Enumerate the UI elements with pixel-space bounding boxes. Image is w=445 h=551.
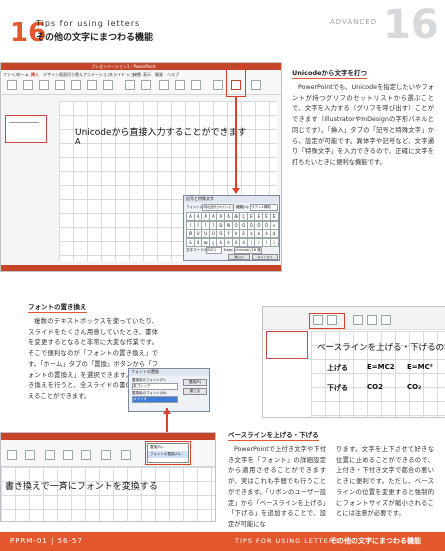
- slide-canvas[interactable]: 書き換えで一斉にフォントを変換する: [1, 467, 215, 521]
- paste-icon[interactable]: [7, 450, 17, 460]
- slide-text: Unicodeから直接入力することができます: [75, 128, 247, 138]
- footer-section-en: TIPS FOR USING LETTERS: [235, 537, 340, 545]
- chart-icon[interactable]: [103, 80, 113, 90]
- section-unicode-title: Unicodeから文字を打つ: [292, 69, 368, 79]
- replace-select[interactable]: 游ゴシック: [132, 383, 178, 390]
- section-unicode-body: PowerPointでも、Unicodeを指定したいやフォントが持つグリフのセッ…: [292, 84, 434, 166]
- baseline-callout-box: [309, 313, 345, 329]
- from-select[interactable]: Unicode (16 進): [234, 247, 262, 254]
- with-select[interactable]: メイリオ: [132, 396, 178, 403]
- font-replace-dialog: フォントの置換 置換前のフォント(P): 游ゴシック 置換後のフォント(W): …: [128, 368, 210, 412]
- tab-home[interactable]: ホーム: [17, 72, 29, 78]
- screenshot-insert-symbol: プレゼンテーション1 - PowerPoint ファイル ホーム 挿入 デザイン…: [0, 62, 282, 272]
- chapter-title-en: Tips for using letters: [36, 19, 141, 28]
- menu-callout-box: [145, 441, 191, 465]
- subset-label: 種類(U):: [236, 205, 250, 209]
- cancel-button[interactable]: キャンセル: [252, 254, 278, 260]
- section-replace-title: フォントの置き換え: [28, 303, 87, 313]
- section-baseline-body-right: ります。文字を上下させて好きな位置に止めることができるので、上付き・下付き文字で…: [336, 446, 434, 518]
- table-icon[interactable]: [23, 80, 33, 90]
- tab-design[interactable]: デザイン: [43, 72, 59, 78]
- comment-icon[interactable]: [141, 80, 151, 90]
- drawing-icon[interactable]: [81, 450, 91, 460]
- font-size-icon[interactable]: [353, 315, 363, 325]
- screenshot-baseline: ベースラインを上げる・下げるの機能 上げる E=MC2 E=MC² 下げる CO…: [262, 306, 445, 418]
- row1-after: E=MC²: [407, 363, 433, 371]
- dialog-title: フォントの置換: [129, 369, 209, 376]
- link-icon[interactable]: [125, 80, 135, 90]
- character-cell[interactable]: ï: [269, 237, 279, 247]
- tab-animations[interactable]: アニメーション: [83, 72, 111, 78]
- smartart-icon[interactable]: [87, 80, 97, 90]
- section-baseline-title: ベースラインを上げる・下げる: [228, 431, 319, 441]
- wordart-icon[interactable]: [191, 80, 201, 90]
- row2-label: 下げる: [327, 384, 348, 392]
- tab-view[interactable]: 表示: [143, 72, 151, 78]
- row2-after: CO₂: [407, 383, 422, 391]
- callout-line: [235, 96, 237, 190]
- slide-text: 書き換えで一斉にフォントを変換する: [5, 482, 158, 492]
- equation-icon[interactable]: [213, 80, 223, 90]
- ribbon: [263, 307, 445, 330]
- slide-thumbnail[interactable]: [266, 331, 308, 359]
- italic-icon[interactable]: [381, 315, 391, 325]
- symbol-callout-box: [226, 69, 246, 97]
- new-slide-icon[interactable]: [25, 450, 35, 460]
- advanced-number: 16: [383, 2, 439, 48]
- insert-button[interactable]: 挿入(I): [228, 254, 250, 260]
- row1-before: E=MC2: [367, 363, 395, 371]
- status-bar: [1, 265, 281, 271]
- image-icon[interactable]: [39, 80, 49, 90]
- slide-text: ベースラインを上げる・下げるの機能: [317, 343, 445, 353]
- section-unicode: Unicodeから文字を打つ PowerPointでも、Unicodeを指定した…: [292, 60, 434, 169]
- tab-insert[interactable]: 挿入: [31, 72, 39, 78]
- thumb-text-line: [9, 122, 39, 123]
- callout-arrow-2: [163, 408, 171, 414]
- textbox-icon[interactable]: [159, 80, 169, 90]
- section-baseline: ベースラインを上げる・下げる PowerPointで上付き文字や下付き文字を「フ…: [228, 422, 438, 537]
- paragraph-icon[interactable]: [63, 450, 73, 460]
- arrange-icon[interactable]: [101, 450, 111, 460]
- tab-review[interactable]: 校閲: [133, 72, 141, 78]
- slide-thumbnail[interactable]: [5, 115, 47, 143]
- row1-label: 上げる: [327, 364, 348, 372]
- tab-developer[interactable]: 開発: [155, 72, 163, 78]
- icons-icon[interactable]: [71, 80, 81, 90]
- screenshot-font-replace: 置換(R)... フォントの置換(O)... 書き換えで一斉にフォントを変換する: [0, 432, 216, 522]
- new-slide-icon[interactable]: [7, 80, 17, 90]
- code-input[interactable]: 00C1: [206, 247, 222, 254]
- symbol-dialog: 記号と特殊文字 フォント(F): (現在選択されているフォント) 種類(U): …: [183, 195, 280, 261]
- page-label: PPRM-01 | 56-57: [10, 537, 83, 545]
- slide-canvas[interactable]: ベースラインを上げる・下げるの機能 上げる E=MC2 E=MC² 下げる CO…: [311, 331, 445, 417]
- advanced-label: ADVANCED: [330, 18, 378, 26]
- title-bar: [1, 433, 215, 440]
- close-button[interactable]: 閉じる: [183, 388, 207, 395]
- replace-button[interactable]: 置換(R): [183, 379, 207, 386]
- row2-before: CO2: [367, 383, 383, 391]
- chapter-title-jp: その他の文字にまつわる機能: [36, 33, 154, 43]
- from-label: from:: [224, 248, 234, 252]
- cursor-char: A: [75, 137, 81, 146]
- tab-transitions[interactable]: 画面切り替え: [59, 72, 83, 78]
- font-select[interactable]: (現在選択されているフォント): [202, 204, 234, 211]
- font-icon[interactable]: [45, 450, 55, 460]
- callout-arrow: [232, 188, 240, 194]
- subset-select[interactable]: ラテン1補助: [250, 204, 278, 211]
- section-baseline-columns: PowerPointで上付き文字や下付き文字を「フォント」の詳細設定から適用させ…: [228, 445, 438, 537]
- find-icon[interactable]: [121, 450, 131, 460]
- media-icon[interactable]: [251, 80, 261, 90]
- header-footer-icon[interactable]: [175, 80, 185, 90]
- footer-section-jp: その他の文字にまつわる機能: [330, 537, 421, 545]
- section-baseline-body-left: PowerPointで上付き文字や下付き文字を「フォント」の詳細設定から適用させ…: [228, 446, 326, 528]
- shapes-icon[interactable]: [55, 80, 65, 90]
- dialog-title: 記号と特殊文字: [184, 196, 279, 203]
- tab-help[interactable]: ヘルプ: [167, 72, 179, 78]
- bold-icon[interactable]: [367, 315, 377, 325]
